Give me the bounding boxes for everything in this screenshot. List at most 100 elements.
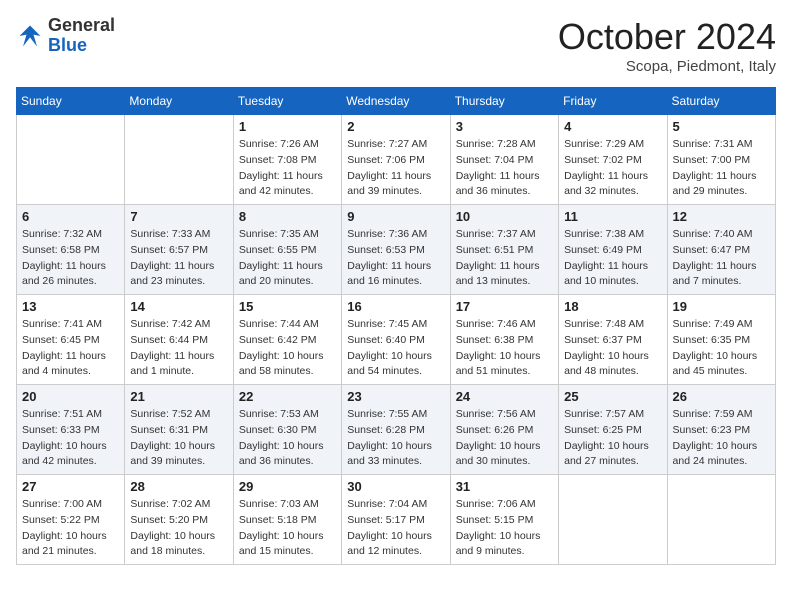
calendar-cell: 19 Sunrise: 7:49 AM Sunset: 6:35 PM Dayli… (667, 295, 775, 385)
day-number: 20 (22, 389, 119, 404)
day-number: 29 (239, 479, 336, 494)
day-info: Sunrise: 7:38 AM Sunset: 6:49 PM Dayligh… (564, 227, 661, 290)
calendar-cell (17, 115, 125, 205)
week-row-5: 27Sunrise: 7:00 AM Sunset: 5:22 PM Dayli… (17, 475, 776, 565)
calendar-cell (125, 115, 233, 205)
calendar-cell: 28 Sunrise: 7:02 AM Sunset: 5:20 PM Dayli… (125, 475, 233, 565)
logo-icon (16, 22, 44, 50)
day-info: Sunrise: 7:52 AM Sunset: 6:31 PM Dayligh… (130, 407, 227, 470)
day-number: 24 (456, 389, 553, 404)
day-info: Sunrise: 7:26 AM Sunset: 7:08 PM Dayligh… (239, 137, 336, 200)
day-number: 17 (456, 299, 553, 314)
column-header-saturday: Saturday (667, 88, 775, 115)
day-number: 12 (673, 209, 770, 224)
day-number: 9 (347, 209, 444, 224)
calendar-cell: 26 Sunrise: 7:59 AM Sunset: 6:23 PM Dayli… (667, 385, 775, 475)
calendar-cell: 8Sunrise: 7:35 AM Sunset: 6:55 PM Daylig… (233, 205, 341, 295)
calendar-cell: 2Sunrise: 7:27 AM Sunset: 7:06 PM Daylig… (342, 115, 450, 205)
day-number: 13 (22, 299, 119, 314)
day-info: Sunrise: 7:33 AM Sunset: 6:57 PM Dayligh… (130, 227, 227, 290)
day-info: Sunrise: 7:37 AM Sunset: 6:51 PM Dayligh… (456, 227, 553, 290)
day-number: 5 (673, 119, 770, 134)
calendar-cell: 5Sunrise: 7:31 AM Sunset: 7:00 PM Daylig… (667, 115, 775, 205)
column-header-wednesday: Wednesday (342, 88, 450, 115)
day-info: Sunrise: 7:36 AM Sunset: 6:53 PM Dayligh… (347, 227, 444, 290)
day-info: Sunrise: 7:32 AM Sunset: 6:58 PM Dayligh… (22, 227, 119, 290)
calendar-cell: 16Sunrise: 7:45 AM Sunset: 6:40 PM Dayli… (342, 295, 450, 385)
day-number: 14 (130, 299, 227, 314)
day-number: 6 (22, 209, 119, 224)
calendar-cell: 21 Sunrise: 7:52 AM Sunset: 6:31 PM Dayli… (125, 385, 233, 475)
day-info: Sunrise: 7:51 AM Sunset: 6:33 PM Dayligh… (22, 407, 119, 470)
calendar-cell: 22 Sunrise: 7:53 AM Sunset: 6:30 PM Dayli… (233, 385, 341, 475)
page-header: General Blue October 2024 Scopa, Piedmon… (16, 16, 776, 75)
logo-blue: Blue (48, 35, 87, 55)
calendar-cell: 17 Sunrise: 7:46 AM Sunset: 6:38 PM Dayli… (450, 295, 558, 385)
calendar-cell: 13 Sunrise: 7:41 AM Sunset: 6:45 PM Dayli… (17, 295, 125, 385)
day-info: Sunrise: 7:46 AM Sunset: 6:38 PM Dayligh… (456, 317, 553, 380)
calendar-cell: 25Sunrise: 7:57 AM Sunset: 6:25 PM Dayli… (559, 385, 667, 475)
week-row-2: 6 Sunrise: 7:32 AM Sunset: 6:58 PM Daylig… (17, 205, 776, 295)
calendar-cell: 27Sunrise: 7:00 AM Sunset: 5:22 PM Dayli… (17, 475, 125, 565)
calendar-cell: 7Sunrise: 7:33 AM Sunset: 6:57 PM Daylig… (125, 205, 233, 295)
column-header-monday: Monday (125, 88, 233, 115)
calendar-cell (667, 475, 775, 565)
day-number: 18 (564, 299, 661, 314)
day-info: Sunrise: 7:53 AM Sunset: 6:30 PM Dayligh… (239, 407, 336, 470)
day-info: Sunrise: 7:35 AM Sunset: 6:55 PM Dayligh… (239, 227, 336, 290)
calendar-cell: 9 Sunrise: 7:36 AM Sunset: 6:53 PM Daylig… (342, 205, 450, 295)
day-number: 30 (347, 479, 444, 494)
day-info: Sunrise: 7:48 AM Sunset: 6:37 PM Dayligh… (564, 317, 661, 380)
calendar-table: SundayMondayTuesdayWednesdayThursdayFrid… (16, 87, 776, 565)
day-info: Sunrise: 7:06 AM Sunset: 5:15 PM Dayligh… (456, 497, 553, 560)
day-info: Sunrise: 7:42 AM Sunset: 6:44 PM Dayligh… (130, 317, 227, 380)
title-block: October 2024 Scopa, Piedmont, Italy (558, 16, 776, 75)
logo: General Blue (16, 16, 115, 56)
day-number: 3 (456, 119, 553, 134)
calendar-cell: 24Sunrise: 7:56 AM Sunset: 6:26 PM Dayli… (450, 385, 558, 475)
day-number: 15 (239, 299, 336, 314)
day-info: Sunrise: 7:03 AM Sunset: 5:18 PM Dayligh… (239, 497, 336, 560)
day-info: Sunrise: 7:28 AM Sunset: 7:04 PM Dayligh… (456, 137, 553, 200)
day-number: 26 (673, 389, 770, 404)
day-number: 22 (239, 389, 336, 404)
calendar-cell: 11 Sunrise: 7:38 AM Sunset: 6:49 PM Dayli… (559, 205, 667, 295)
day-number: 25 (564, 389, 661, 404)
column-header-sunday: Sunday (17, 88, 125, 115)
month-title: October 2024 (558, 16, 776, 58)
day-info: Sunrise: 7:02 AM Sunset: 5:20 PM Dayligh… (130, 497, 227, 560)
day-number: 11 (564, 209, 661, 224)
calendar-cell: 18 Sunrise: 7:48 AM Sunset: 6:37 PM Dayli… (559, 295, 667, 385)
day-number: 19 (673, 299, 770, 314)
location: Scopa, Piedmont, Italy (558, 58, 776, 75)
day-info: Sunrise: 7:00 AM Sunset: 5:22 PM Dayligh… (22, 497, 119, 560)
column-header-tuesday: Tuesday (233, 88, 341, 115)
column-header-thursday: Thursday (450, 88, 558, 115)
day-info: Sunrise: 7:55 AM Sunset: 6:28 PM Dayligh… (347, 407, 444, 470)
week-row-3: 13 Sunrise: 7:41 AM Sunset: 6:45 PM Dayli… (17, 295, 776, 385)
day-info: Sunrise: 7:59 AM Sunset: 6:23 PM Dayligh… (673, 407, 770, 470)
day-info: Sunrise: 7:27 AM Sunset: 7:06 PM Dayligh… (347, 137, 444, 200)
day-info: Sunrise: 7:04 AM Sunset: 5:17 PM Dayligh… (347, 497, 444, 560)
day-number: 21 (130, 389, 227, 404)
day-number: 4 (564, 119, 661, 134)
calendar-cell: 20 Sunrise: 7:51 AM Sunset: 6:33 PM Dayli… (17, 385, 125, 475)
day-info: Sunrise: 7:49 AM Sunset: 6:35 PM Dayligh… (673, 317, 770, 380)
calendar-cell: 1 Sunrise: 7:26 AM Sunset: 7:08 PM Daylig… (233, 115, 341, 205)
week-row-1: 1 Sunrise: 7:26 AM Sunset: 7:08 PM Daylig… (17, 115, 776, 205)
day-info: Sunrise: 7:40 AM Sunset: 6:47 PM Dayligh… (673, 227, 770, 290)
calendar-cell: 3 Sunrise: 7:28 AM Sunset: 7:04 PM Daylig… (450, 115, 558, 205)
calendar-cell: 12 Sunrise: 7:40 AM Sunset: 6:47 PM Dayli… (667, 205, 775, 295)
day-info: Sunrise: 7:41 AM Sunset: 6:45 PM Dayligh… (22, 317, 119, 380)
calendar-cell: 6 Sunrise: 7:32 AM Sunset: 6:58 PM Daylig… (17, 205, 125, 295)
calendar-header-row: SundayMondayTuesdayWednesdayThursdayFrid… (17, 88, 776, 115)
calendar-cell: 30 Sunrise: 7:04 AM Sunset: 5:17 PM Dayli… (342, 475, 450, 565)
calendar-cell: 29 Sunrise: 7:03 AM Sunset: 5:18 PM Dayli… (233, 475, 341, 565)
week-row-4: 20 Sunrise: 7:51 AM Sunset: 6:33 PM Dayli… (17, 385, 776, 475)
logo-general: General (48, 15, 115, 35)
day-number: 1 (239, 119, 336, 134)
day-number: 28 (130, 479, 227, 494)
calendar-cell (559, 475, 667, 565)
day-number: 10 (456, 209, 553, 224)
calendar-cell: 15Sunrise: 7:44 AM Sunset: 6:42 PM Dayli… (233, 295, 341, 385)
